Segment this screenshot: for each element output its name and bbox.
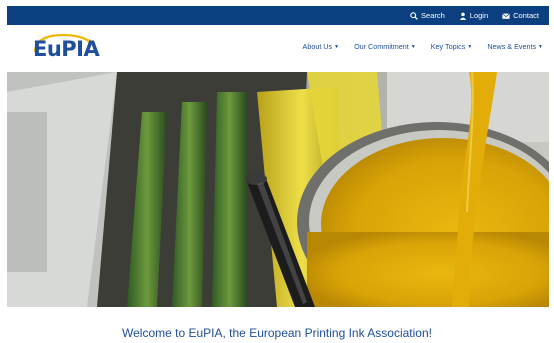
nav-label: About Us xyxy=(302,42,333,51)
login-link[interactable]: Login xyxy=(459,11,488,20)
nav-key-topics[interactable]: Key Topics ▼ xyxy=(431,42,473,51)
contact-link[interactable]: Contact xyxy=(502,11,539,20)
hero-image xyxy=(7,72,549,307)
site-header: EuPIA About Us ▼ Our Commitment ▼ Key To… xyxy=(7,25,549,72)
user-icon xyxy=(459,12,466,20)
caret-down-icon: ▼ xyxy=(410,43,416,50)
contact-link-label: Contact xyxy=(513,11,539,20)
logo-text: EuPIA xyxy=(33,37,100,61)
search-link[interactable]: Search xyxy=(410,11,445,20)
nav-news-events[interactable]: News & Events ▼ xyxy=(487,42,543,51)
search-icon xyxy=(410,11,418,20)
caret-down-icon: ▼ xyxy=(467,43,473,50)
nav-label: News & Events xyxy=(487,42,537,51)
caret-down-icon: ▼ xyxy=(538,43,543,50)
envelope-icon xyxy=(502,12,510,19)
nav-label: Key Topics xyxy=(430,42,466,51)
search-link-label: Search xyxy=(421,11,445,20)
top-utility-bar: Search Login Contact xyxy=(7,6,549,25)
main-nav: About Us ▼ Our Commitment ▼ Key Topics ▼… xyxy=(303,42,543,51)
nav-about-us[interactable]: About Us ▼ xyxy=(303,42,340,51)
login-link-label: Login xyxy=(469,11,489,20)
nav-label: Our Commitment xyxy=(354,42,409,51)
hero-photo-printing-ink xyxy=(7,72,549,307)
eupia-logo[interactable]: EuPIA xyxy=(33,33,113,65)
caret-down-icon: ▼ xyxy=(334,43,340,50)
nav-our-commitment[interactable]: Our Commitment ▼ xyxy=(354,42,416,51)
welcome-heading: Welcome to EuPIA, the European Printing … xyxy=(122,326,432,340)
